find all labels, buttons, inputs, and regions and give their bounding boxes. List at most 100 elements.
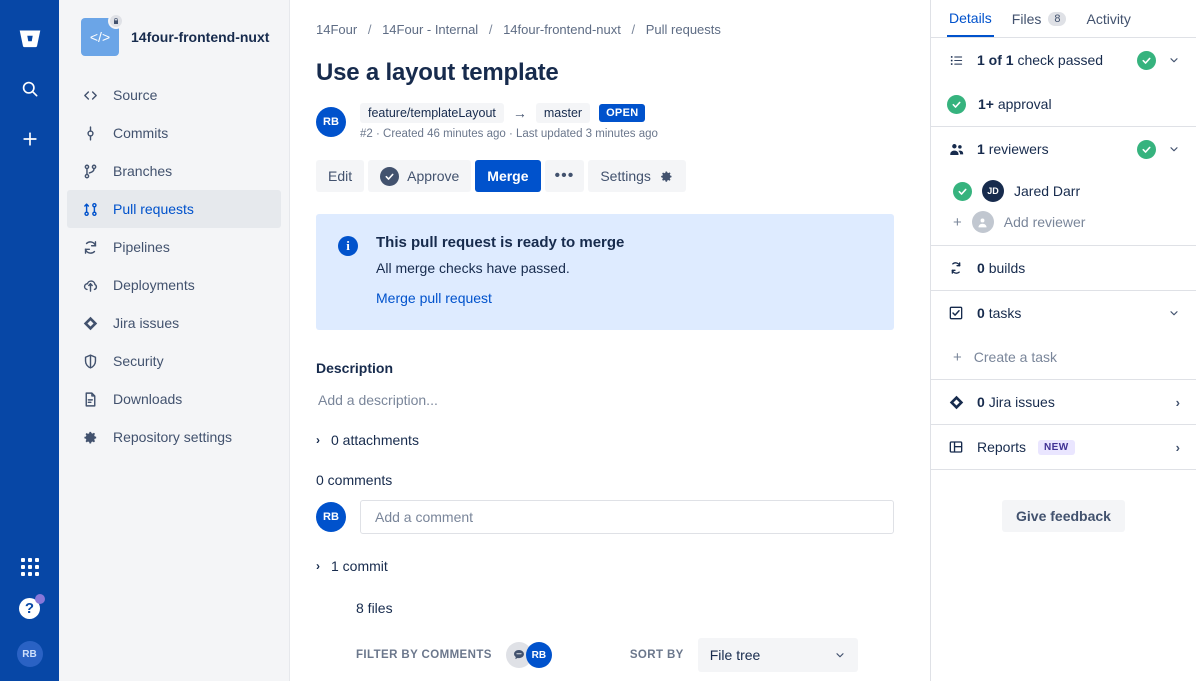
branches-icon <box>81 163 99 180</box>
pipelines-icon <box>81 239 99 256</box>
chevron-right-icon[interactable]: › <box>1176 395 1180 410</box>
description-input[interactable]: Add a description... <box>316 392 894 408</box>
status-badge: OPEN <box>599 104 646 122</box>
merge-button-label: Merge <box>487 168 529 184</box>
sidebar-item-jira-issues[interactable]: Jira issues <box>67 304 281 342</box>
reports-row[interactable]: Reports NEW › <box>931 425 1196 469</box>
create-task-button[interactable]: + Create a task <box>931 335 1196 379</box>
branch-summary: feature/templateLayout → master OPEN <box>360 103 658 123</box>
repository-header[interactable]: </> 14four-frontend-nuxt <box>59 13 289 56</box>
pr-action-bar: Edit Approve Merge ••• Settings <box>316 160 894 192</box>
pr-details-panel: Details Files 8 Activity 1 of 1 check pa… <box>930 0 1196 681</box>
jira-row[interactable]: 0 Jira issues › <box>931 380 1196 424</box>
sidebar-item-pipelines[interactable]: Pipelines <box>67 228 281 266</box>
tab-label: Details <box>949 10 992 26</box>
breadcrumb-item-project[interactable]: 14Four - Internal <box>382 22 478 37</box>
breadcrumb-item-workspace[interactable]: 14Four <box>316 22 357 37</box>
bitbucket-logo-icon[interactable] <box>13 22 47 56</box>
builds-row[interactable]: 0 builds <box>931 246 1196 290</box>
main-content: 14Four / 14Four - Internal / 14four-fron… <box>290 0 930 681</box>
breadcrumb-item-repository[interactable]: 14four-frontend-nuxt <box>503 22 621 37</box>
help-icon[interactable]: ? <box>19 594 45 619</box>
tab-label: Files <box>1011 11 1042 27</box>
breadcrumb-separator: / <box>488 22 493 37</box>
chevron-down-icon <box>834 649 846 661</box>
comment-input[interactable]: Add a comment <box>360 500 894 534</box>
sidebar-item-downloads[interactable]: Downloads <box>67 380 281 418</box>
avatar[interactable]: RB <box>316 106 346 137</box>
destination-branch-chip[interactable]: master <box>535 103 591 123</box>
tab-activity[interactable]: Activity <box>1084 8 1132 37</box>
builds-icon <box>947 260 965 276</box>
tab-details[interactable]: Details <box>947 8 994 37</box>
repository-avatar-glyph: </> <box>89 29 111 45</box>
commits-expander[interactable]: › 1 commit <box>316 558 894 574</box>
sidebar-item-label: Branches <box>113 163 173 179</box>
tab-files[interactable]: Files 8 <box>1010 8 1069 37</box>
add-reviewer-button[interactable]: + Add reviewer <box>931 211 1196 245</box>
merge-button[interactable]: Merge <box>475 160 541 192</box>
chevron-down-icon[interactable] <box>1168 143 1180 155</box>
shield-icon <box>81 353 99 370</box>
avatar[interactable]: JD <box>982 180 1004 202</box>
check-circle-icon <box>953 181 972 201</box>
merge-pull-request-link[interactable]: Merge pull request <box>376 290 492 306</box>
sidebar-item-pull-requests[interactable]: Pull requests <box>67 190 281 228</box>
new-badge: NEW <box>1038 439 1075 455</box>
merge-ready-banner: i This pull request is ready to merge Al… <box>316 214 894 330</box>
sidebar-item-label: Pull requests <box>113 201 194 217</box>
sidebar-item-branches[interactable]: Branches <box>67 152 281 190</box>
tasks-header[interactable]: 0 tasks <box>931 291 1196 335</box>
sort-select[interactable]: File tree <box>697 638 858 672</box>
chevron-down-icon[interactable] <box>1168 54 1180 66</box>
chevron-right-icon[interactable]: › <box>1176 440 1180 455</box>
source-code-icon <box>81 87 99 104</box>
reviewer-item: JD Jared Darr <box>931 171 1196 211</box>
check-circle-icon <box>947 94 966 114</box>
comments-count: 0 comments <box>316 472 393 488</box>
tasks-count: 0 <box>977 305 985 321</box>
files-count: 8 files <box>356 600 393 616</box>
search-icon[interactable] <box>13 72 47 106</box>
lock-icon <box>108 13 124 29</box>
sidebar-item-security[interactable]: Security <box>67 342 281 380</box>
breadcrumb-item-pull-requests[interactable]: Pull requests <box>646 22 721 37</box>
chevron-right-icon: › <box>316 559 320 573</box>
give-feedback-button[interactable]: Give feedback <box>1002 500 1125 532</box>
attachments-expander[interactable]: › 0 attachments <box>316 432 894 448</box>
add-comment-row: RB Add a comment <box>316 500 894 534</box>
sidebar-item-label: Jira issues <box>113 315 180 331</box>
approve-button[interactable]: Approve <box>368 160 472 192</box>
approval-count: 1+ <box>978 96 994 112</box>
plus-icon[interactable] <box>13 122 47 156</box>
user-avatar-icon <box>971 211 994 233</box>
checks-label: 1 of 1 check passed <box>977 52 1125 68</box>
repository-avatar: </> <box>81 13 124 56</box>
edit-button-label: Edit <box>328 168 353 184</box>
app-switcher-icon[interactable] <box>20 558 39 576</box>
approval-row: 1+ approval <box>931 82 1196 126</box>
sidebar-item-deployments[interactable]: Deployments <box>67 266 281 304</box>
sidebar-item-label: Security <box>113 353 164 369</box>
sidebar-item-commits[interactable]: Commits <box>67 114 281 152</box>
checks-count: 1 of 1 <box>977 52 1014 68</box>
jira-icon <box>81 315 99 332</box>
global-nav-rail: ? RB <box>0 0 59 681</box>
sort-control: SORT BY File tree <box>630 638 858 672</box>
avatar[interactable]: RB <box>16 641 43 667</box>
settings-button[interactable]: Settings <box>588 160 686 192</box>
reviewers-header[interactable]: 1 reviewers <box>931 127 1196 171</box>
avatar[interactable]: RB <box>525 642 552 668</box>
source-branch-chip[interactable]: feature/templateLayout <box>360 103 504 123</box>
edit-button[interactable]: Edit <box>316 160 365 192</box>
rail-bottom-group: ? RB <box>0 558 59 667</box>
filter-avatar-group: RB <box>505 642 552 668</box>
sidebar-item-repository-settings[interactable]: Repository settings <box>67 418 281 456</box>
chevron-down-icon[interactable] <box>1168 307 1180 319</box>
sidebar-item-label: Downloads <box>113 391 183 407</box>
more-actions-button[interactable]: ••• <box>544 160 585 192</box>
attachments-label: 0 attachments <box>331 432 419 448</box>
deployments-icon <box>81 277 99 294</box>
checks-row[interactable]: 1 of 1 check passed <box>931 38 1196 82</box>
sidebar-item-source[interactable]: Source <box>67 76 281 114</box>
